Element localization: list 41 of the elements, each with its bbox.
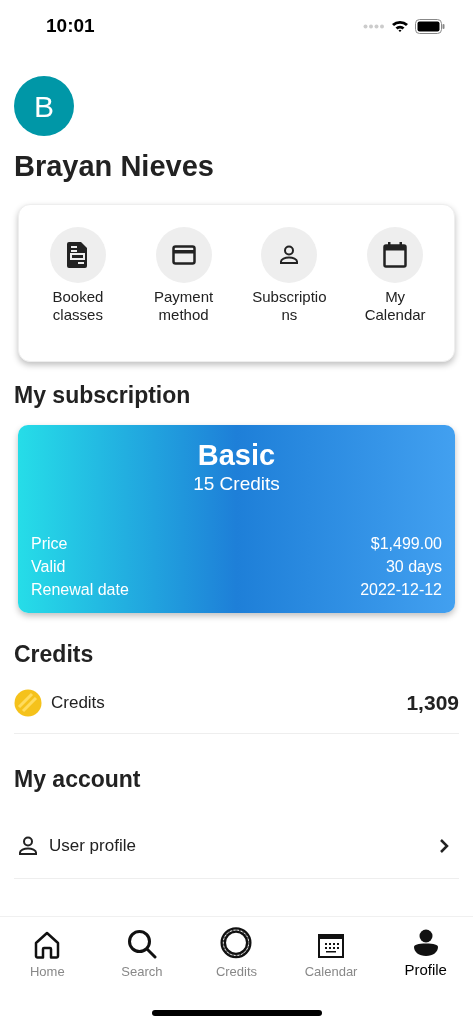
chevron-right-icon — [439, 837, 449, 854]
calendar-icon — [383, 242, 408, 268]
status-time: 10:01 — [46, 13, 95, 38]
credit-card-icon — [171, 245, 196, 265]
detail-label: Price — [31, 534, 68, 554]
detail-value: $1,499.00 — [370, 534, 442, 554]
section-heading: Credits — [13, 640, 95, 669]
plan-name: Basic — [196, 438, 277, 472]
tab[interactable]: Search — [101, 927, 182, 981]
coin-icon — [219, 927, 254, 959]
avatar: B — [14, 76, 74, 136]
detail-label: Renewal date — [31, 580, 129, 600]
person-icon — [412, 928, 439, 957]
quick-action-button[interactable]: Payment method — [133, 227, 234, 361]
document-icon — [66, 242, 89, 268]
quick-action-button[interactable]: Subscriptions — [239, 227, 340, 361]
battery-icon — [415, 18, 445, 34]
quick-action-button[interactable]: My Calendar — [345, 227, 446, 361]
coin-icon — [14, 688, 42, 717]
tab[interactable]: Profile — [385, 927, 466, 981]
detail-value: 30 days — [385, 557, 442, 577]
credits-label: Credits — [51, 692, 105, 714]
menu-item[interactable]: User profile — [14, 813, 459, 879]
person-icon — [279, 245, 300, 265]
quick-action-button[interactable]: Booked classes — [27, 227, 128, 361]
person-icon — [18, 835, 38, 856]
profile-name: Brayan Nieves — [14, 149, 215, 184]
credits-value: 1,309 — [406, 690, 459, 716]
detail-label: Valid — [31, 557, 66, 577]
signal-icon — [363, 23, 385, 29]
tab[interactable]: Home — [7, 927, 88, 981]
search-icon — [126, 928, 157, 959]
section-heading: My account — [13, 764, 142, 794]
wifi-icon — [391, 19, 409, 33]
home-icon — [34, 930, 61, 959]
keyboard-calendar-icon — [318, 932, 345, 959]
plan-credits: 15 Credits — [192, 472, 281, 496]
tab[interactable]: Credits — [196, 927, 277, 981]
detail-value: 2022-12-12 — [360, 580, 442, 600]
tab[interactable]: Calendar — [291, 927, 372, 981]
section-heading: My subscription — [13, 381, 192, 410]
